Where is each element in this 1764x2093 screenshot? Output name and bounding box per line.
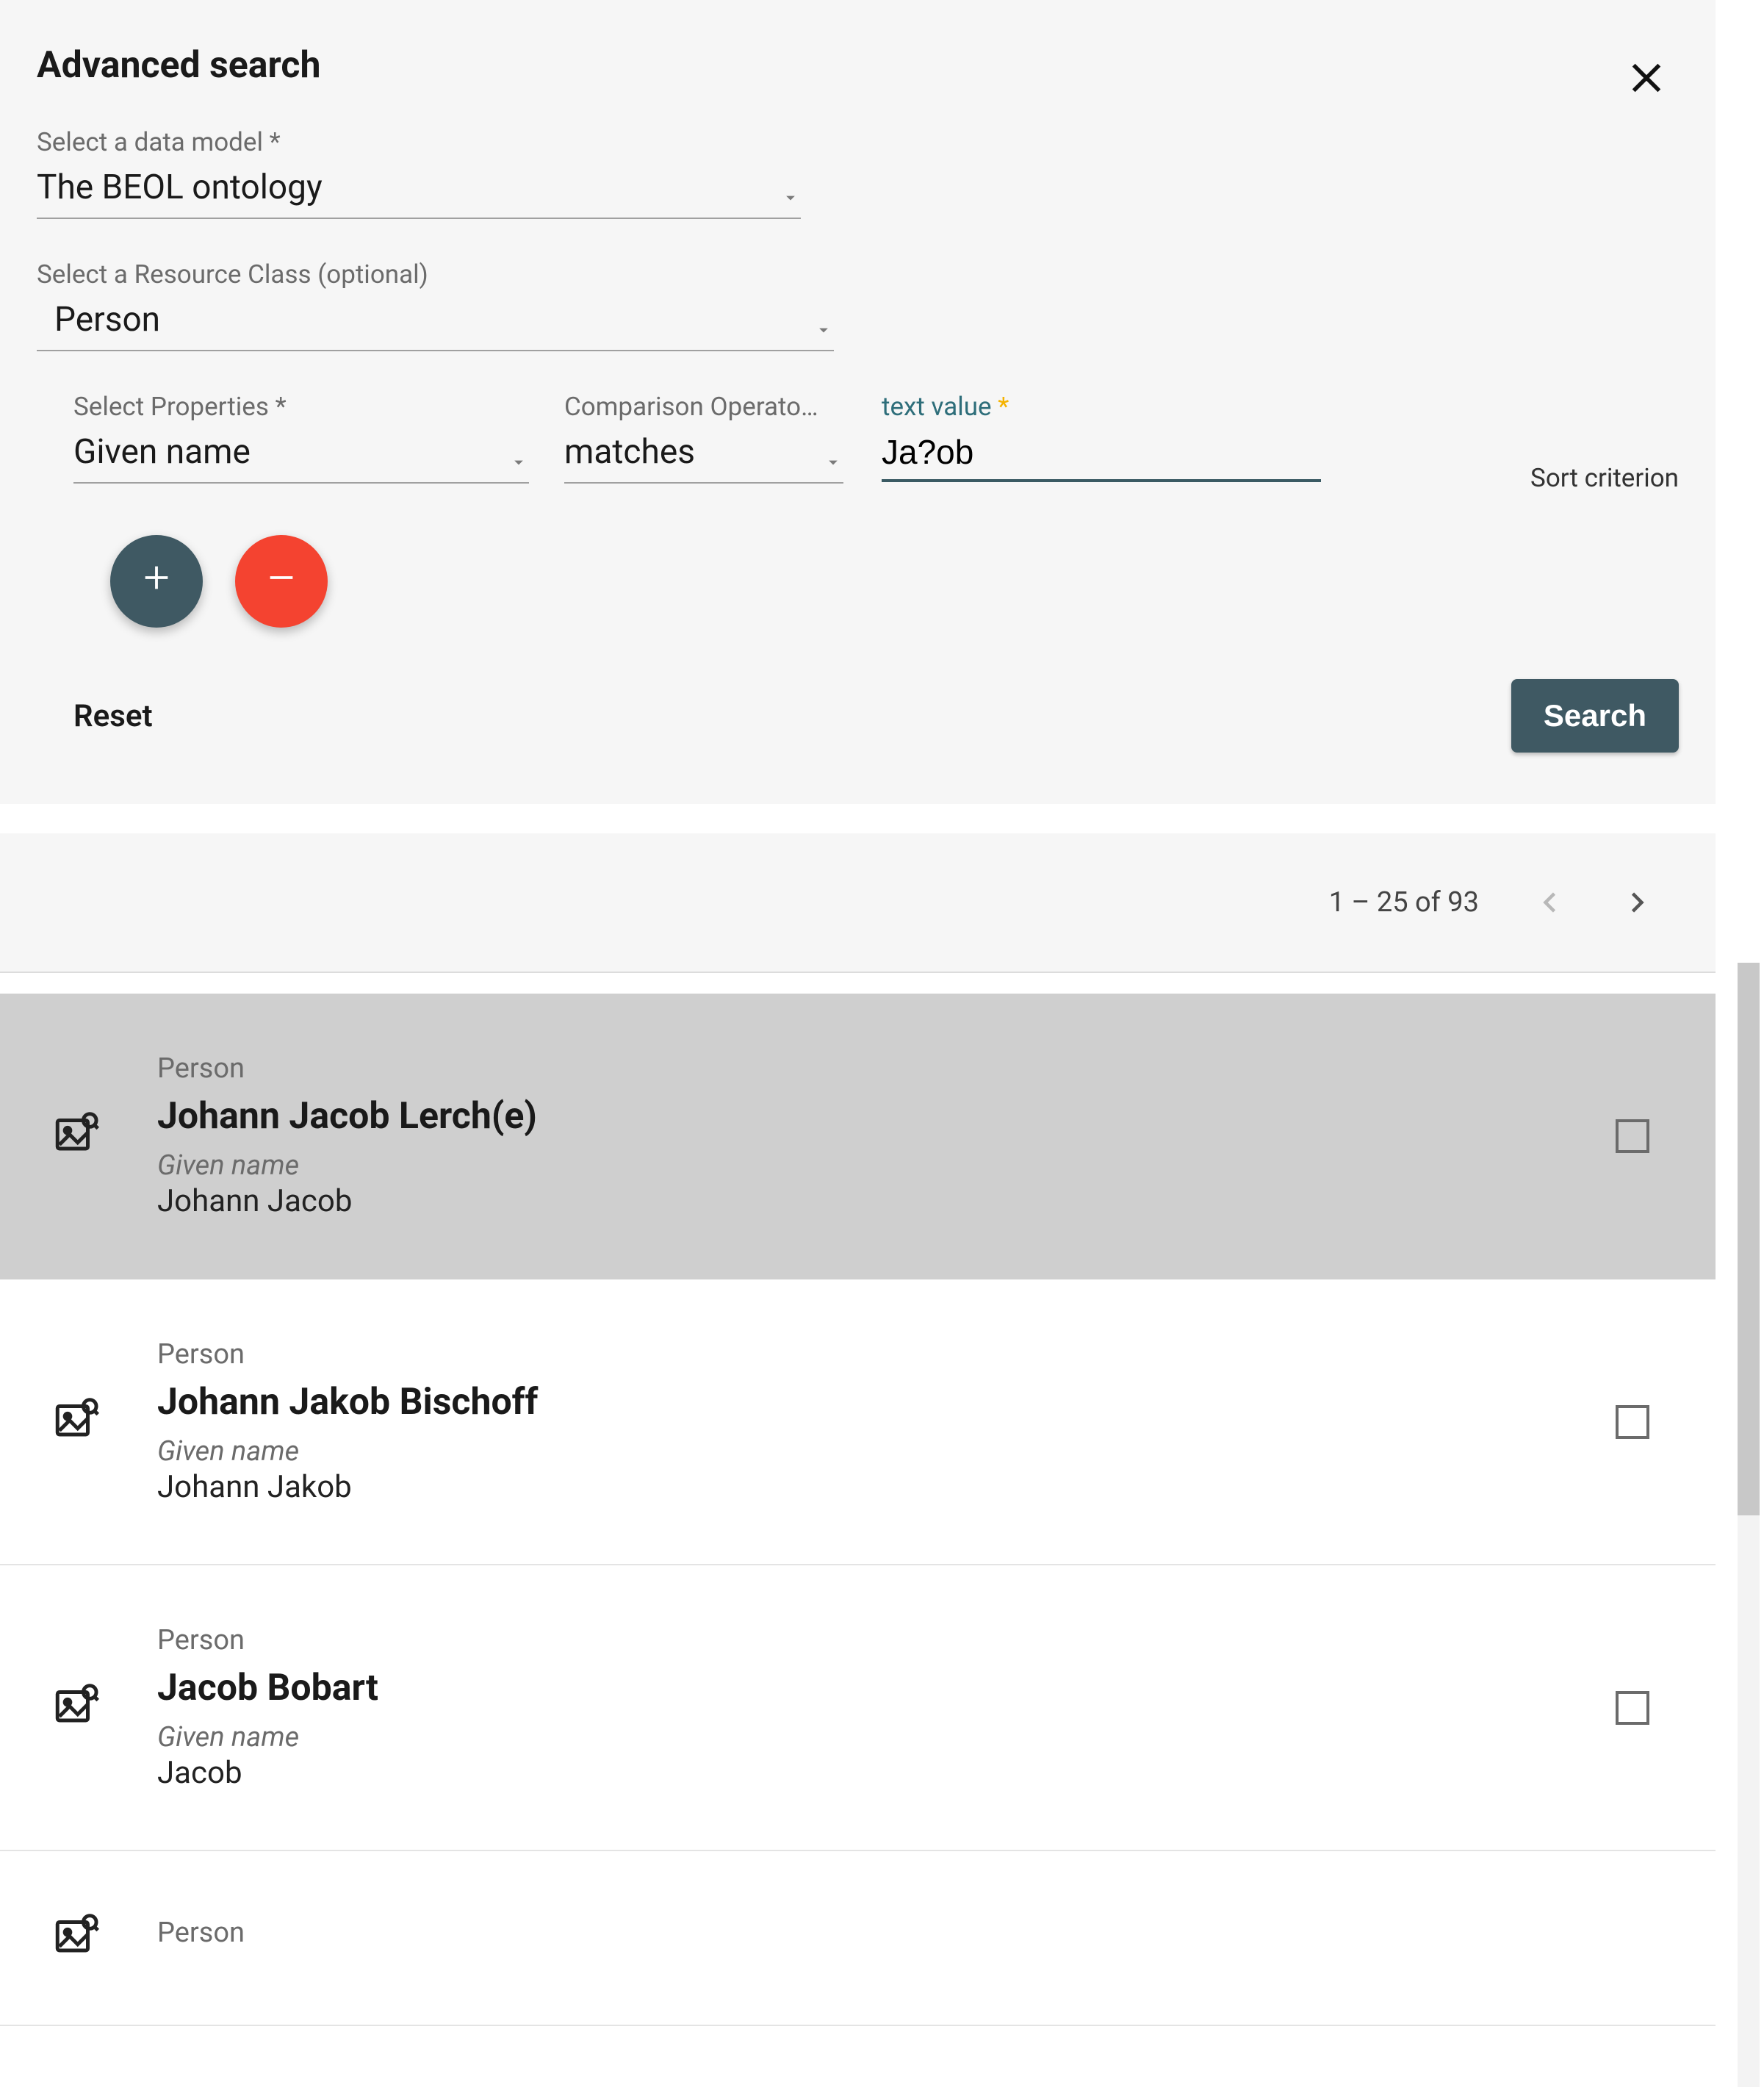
chevron-down-icon bbox=[508, 442, 529, 462]
chevron-left-icon bbox=[1538, 891, 1564, 923]
pager-range: 1 – 25 of 93 bbox=[1329, 886, 1479, 919]
criteria-buttons bbox=[110, 535, 1679, 628]
image-search-icon bbox=[51, 1910, 104, 1966]
result-type: Person bbox=[157, 1624, 1616, 1656]
data-model-label: Select a data model * bbox=[37, 127, 801, 157]
image-search-icon bbox=[51, 1680, 104, 1736]
operator-label: Comparison Operato… bbox=[564, 392, 843, 422]
chevron-down-icon bbox=[823, 442, 843, 462]
image-search-icon bbox=[51, 1108, 104, 1164]
advanced-search-panel: Advanced search Select a data model * Th… bbox=[0, 0, 1716, 804]
result-property-name: Given name bbox=[157, 1435, 1616, 1468]
image-search-icon bbox=[51, 1394, 104, 1450]
result-property-value: Johann Jakob bbox=[157, 1469, 1616, 1505]
results-section: 1 – 25 of 93 bbox=[0, 833, 1716, 2026]
panel-title: Advanced search bbox=[37, 44, 1679, 87]
result-item[interactable]: Person Johann Jakob Bischoff Given name … bbox=[0, 1279, 1716, 1565]
plus-icon bbox=[140, 561, 173, 602]
result-type: Person bbox=[157, 1052, 1616, 1085]
result-title: Johann Jacob Lerch(e) bbox=[157, 1095, 1616, 1138]
result-type: Person bbox=[157, 1338, 1616, 1371]
result-content: Person Johann Jakob Bischoff Given name … bbox=[157, 1338, 1616, 1505]
add-criterion-button[interactable] bbox=[110, 535, 203, 628]
remove-criterion-button[interactable] bbox=[235, 535, 328, 628]
pager-prev-button[interactable] bbox=[1538, 889, 1564, 916]
resource-class-select[interactable]: Person bbox=[37, 295, 834, 351]
result-checkbox[interactable] bbox=[1616, 1691, 1649, 1725]
data-model-select[interactable]: The BEOL ontology bbox=[37, 163, 801, 219]
pager-bar: 1 – 25 of 93 bbox=[0, 833, 1716, 973]
result-property-name: Given name bbox=[157, 1721, 1616, 1753]
close-button[interactable] bbox=[1627, 59, 1671, 103]
result-checkbox[interactable] bbox=[1616, 1119, 1649, 1153]
property-value: Given name bbox=[73, 432, 251, 472]
property-label: Select Properties * bbox=[73, 392, 529, 422]
result-checkbox[interactable] bbox=[1616, 1405, 1649, 1439]
result-property-name: Given name bbox=[157, 1149, 1616, 1182]
data-model-field: Select a data model * The BEOL ontology bbox=[37, 127, 801, 219]
pager-next-button[interactable] bbox=[1623, 889, 1649, 916]
result-item[interactable]: Person bbox=[0, 1851, 1716, 2026]
text-value-input[interactable] bbox=[882, 428, 1321, 482]
search-button[interactable]: Search bbox=[1511, 679, 1679, 753]
criteria-row: Select Properties * Given name Compariso… bbox=[73, 392, 1679, 484]
result-content: Person bbox=[157, 1917, 1649, 1959]
text-value-label: text value * bbox=[882, 392, 1337, 422]
result-property-value: Johann Jacob bbox=[157, 1183, 1616, 1219]
results-list: Person Johann Jacob Lerch(e) Given name … bbox=[0, 994, 1716, 2026]
close-icon bbox=[1627, 72, 1666, 104]
operator-select[interactable]: matches bbox=[564, 428, 843, 484]
result-title: Jacob Bobart bbox=[157, 1667, 1616, 1709]
result-property-value: Jacob bbox=[157, 1755, 1616, 1791]
result-item[interactable]: Person Johann Jacob Lerch(e) Given name … bbox=[0, 994, 1716, 1279]
data-model-value: The BEOL ontology bbox=[37, 168, 323, 207]
resource-class-field: Select a Resource Class (optional) Perso… bbox=[37, 259, 834, 351]
result-type: Person bbox=[157, 1917, 1649, 1949]
sort-criterion-link[interactable]: Sort criterion bbox=[1530, 463, 1679, 493]
property-select[interactable]: Given name bbox=[73, 428, 529, 484]
result-title: Johann Jakob Bischoff bbox=[157, 1381, 1616, 1424]
scrollbar-thumb[interactable] bbox=[1738, 963, 1760, 1515]
result-content: Person Johann Jacob Lerch(e) Given name … bbox=[157, 1052, 1616, 1219]
panel-footer: Reset Search bbox=[37, 679, 1679, 753]
chevron-right-icon bbox=[1623, 891, 1649, 923]
operator-value: matches bbox=[564, 432, 695, 472]
chevron-down-icon bbox=[813, 309, 834, 330]
result-content: Person Jacob Bobart Given name Jacob bbox=[157, 1624, 1616, 1791]
result-item[interactable]: Person Jacob Bobart Given name Jacob bbox=[0, 1565, 1716, 1851]
chevron-down-icon bbox=[780, 177, 801, 198]
minus-icon bbox=[264, 561, 298, 602]
resource-class-label: Select a Resource Class (optional) bbox=[37, 259, 834, 290]
resource-class-value: Person bbox=[54, 300, 160, 340]
reset-button[interactable]: Reset bbox=[73, 698, 153, 734]
